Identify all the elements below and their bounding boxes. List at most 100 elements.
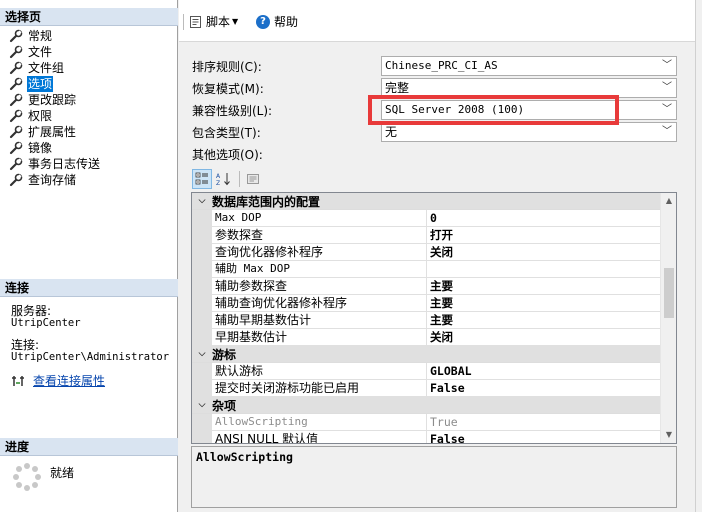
collapse-icon[interactable]: ⌵: [192, 400, 212, 410]
grid-row[interactable]: 辅助 Max DOP: [192, 261, 661, 278]
property-grid: ⌵ 数据库范围内的配置 Max DOP 0 参数探查 打开 查询优化器修补程序 关闭 辅助 Ma…: [191, 192, 677, 444]
grid-row-gutter: [192, 414, 212, 430]
wrench-icon: [9, 93, 23, 107]
grid-row[interactable]: ANSI NULL 默认值 False: [192, 431, 661, 443]
spinner-dot: [31, 466, 38, 473]
property-description: AllowScripting: [191, 446, 677, 508]
help-button[interactable]: ? 帮助: [256, 13, 298, 30]
grid-row[interactable]: 辅助参数探查 主要: [192, 278, 661, 295]
spinner-dot: [24, 463, 30, 469]
help-icon: ?: [256, 14, 270, 29]
wrench-icon: [9, 61, 23, 75]
page-item-label: 更改跟踪: [28, 93, 77, 107]
page-item[interactable]: 文件组: [0, 60, 178, 76]
page-item[interactable]: 权限: [0, 108, 178, 124]
grid-property-value[interactable]: 主要: [427, 295, 661, 311]
property-pages-icon: [247, 174, 259, 184]
grid-row-gutter: [192, 363, 212, 379]
collation-combo[interactable]: Chinese_PRC_CI_AS ﹀: [381, 56, 677, 76]
grid-category[interactable]: ⌵ 杂项: [192, 397, 661, 414]
grid-row[interactable]: 参数探查 打开: [192, 227, 661, 244]
grid-property-value[interactable]: 关闭: [427, 329, 661, 345]
grid-property-name: 辅助查询优化器修补程序: [212, 295, 427, 311]
grid-row[interactable]: 辅助早期基数估计 主要: [192, 312, 661, 329]
collapse-icon[interactable]: ⌵: [192, 196, 212, 206]
grid-property-value[interactable]: 0: [427, 210, 661, 226]
grid-property-value[interactable]: False: [427, 431, 661, 443]
grid-property-value[interactable]: GLOBAL: [427, 363, 661, 379]
grid-property-value[interactable]: False: [427, 380, 661, 396]
grid-property-value[interactable]: 关闭: [427, 244, 661, 260]
grid-property-value[interactable]: 主要: [427, 278, 661, 294]
page-item[interactable]: 扩展属性: [0, 124, 178, 140]
collation-value: Chinese_PRC_CI_AS: [385, 59, 498, 72]
grid-category[interactable]: ⌵ 游标: [192, 346, 661, 363]
recovery-combo[interactable]: 完整 ﹀: [381, 78, 677, 98]
wrench-icon: [9, 141, 23, 155]
grid-property-value[interactable]: True: [427, 414, 661, 430]
view-connection-properties[interactable]: 查看连接属性: [11, 372, 105, 389]
left-panel: 选择页 常规 文件 文件组 选项 更改跟踪 权限 扩展属性 镜像 事务日志传送 查询存储 连接 服…: [0, 0, 178, 512]
view-connection-link[interactable]: 查看连接属性: [33, 372, 105, 389]
page-item[interactable]: 更改跟踪: [0, 92, 178, 108]
collation-label: 排序规则(C):: [192, 59, 262, 74]
page-item[interactable]: 事务日志传送: [0, 156, 178, 172]
page-item[interactable]: 查询存储: [0, 172, 178, 188]
chevron-down-icon: ﹀: [662, 126, 672, 137]
compat-combo[interactable]: SQL Server 2008 (100) ﹀: [381, 100, 677, 120]
grid-category-label: 数据库范围内的配置: [212, 194, 321, 209]
spinner-dot: [13, 474, 19, 480]
grid-category-label: 游标: [212, 347, 237, 362]
grid-property-name: 辅助早期基数估计: [212, 312, 427, 328]
grid-property-name: 查询优化器修补程序: [212, 244, 427, 260]
scroll-thumb[interactable]: [664, 268, 674, 318]
collapse-icon[interactable]: ⌵: [192, 349, 212, 359]
grid-property-value[interactable]: 主要: [427, 312, 661, 328]
connection-label: 连接:: [11, 338, 40, 352]
spinner-dot: [16, 481, 23, 488]
grid-row-gutter: [192, 210, 212, 226]
spinner-dot: [31, 481, 38, 488]
description-text: AllowScripting: [196, 450, 293, 464]
scroll-up-icon[interactable]: ▲: [661, 193, 676, 209]
grid-category-label: 杂项: [212, 398, 237, 413]
categorized-button[interactable]: [192, 169, 212, 189]
scroll-down-icon[interactable]: ▼: [661, 427, 676, 443]
alphabetical-button[interactable]: A Z: [214, 169, 234, 189]
grid-property-name: 默认游标: [212, 363, 427, 379]
page-item[interactable]: 镜像: [0, 140, 178, 156]
grid-category[interactable]: ⌵ 数据库范围内的配置: [192, 193, 661, 210]
script-label: 脚本: [206, 15, 231, 29]
grid-row[interactable]: AllowScripting True: [192, 414, 661, 431]
options-panel: 脚本 ▼ ? 帮助 排序规则(C): Chinese_PRC_CI_AS ﹀ 恢…: [179, 0, 702, 512]
grid-row[interactable]: Max DOP 0: [192, 210, 661, 227]
grid-property-value[interactable]: 打开: [427, 227, 661, 243]
chevron-down-icon: ▼: [232, 17, 239, 26]
grid-scrollbar[interactable]: ▲ ▼: [660, 193, 676, 443]
compat-label: 兼容性级别(L):: [192, 103, 273, 118]
grid-row[interactable]: 提交时关闭游标功能已启用 False: [192, 380, 661, 397]
grid-row[interactable]: 默认游标 GLOBAL: [192, 363, 661, 380]
containment-value: 无: [385, 125, 398, 139]
script-icon: [190, 15, 201, 28]
containment-combo[interactable]: 无 ﹀: [381, 122, 677, 142]
categorized-icon: [195, 172, 208, 185]
grid-row[interactable]: 查询优化器修补程序 关闭: [192, 244, 661, 261]
grid-row-gutter: [192, 295, 212, 311]
select-page-header: 选择页: [0, 8, 178, 26]
page-item-label: 常规: [28, 29, 53, 43]
wrench-icon: [9, 157, 23, 171]
grid-property-value[interactable]: [427, 261, 661, 277]
spinner-dot: [24, 485, 30, 491]
script-button[interactable]: 脚本 ▼: [189, 13, 238, 30]
wrench-icon: [9, 173, 23, 187]
chevron-down-icon: ﹀: [662, 82, 672, 93]
property-pages-button[interactable]: [243, 169, 263, 189]
grid-row[interactable]: 辅助查询优化器修补程序 主要: [192, 295, 661, 312]
svg-text:A: A: [216, 173, 221, 180]
page-item[interactable]: 常规: [0, 28, 178, 44]
page-item[interactable]: 选项: [0, 76, 178, 92]
grid-row[interactable]: 早期基数估计 关闭: [192, 329, 661, 346]
page-item[interactable]: 文件: [0, 44, 178, 60]
window-edge: [695, 0, 702, 512]
